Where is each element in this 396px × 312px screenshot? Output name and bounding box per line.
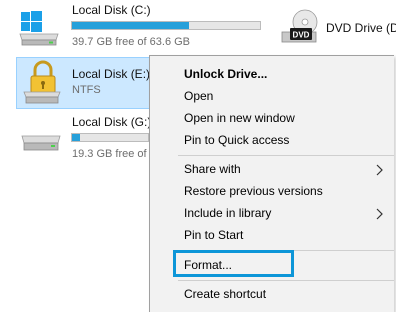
menu-item-pin-to-start[interactable]: Pin to Start bbox=[184, 228, 243, 242]
menu-item-include-in-library[interactable]: Include in library bbox=[184, 206, 271, 220]
drive-e-filesystem: NTFS bbox=[72, 84, 101, 96]
drive-c-usage-fill bbox=[72, 22, 189, 29]
menu-item-share-with[interactable]: Share with bbox=[184, 162, 241, 176]
drive-c-usage-bar bbox=[71, 21, 261, 30]
drive-dvd-name: DVD Drive (D bbox=[326, 21, 396, 35]
menu-item-pin-quick-access[interactable]: Pin to Quick access bbox=[184, 133, 289, 147]
menu-item-create-shortcut[interactable]: Create shortcut bbox=[184, 287, 266, 301]
drive-c-name: Local Disk (C:) bbox=[72, 3, 151, 17]
chevron-right-icon bbox=[376, 208, 383, 220]
locked-drive-icon bbox=[23, 60, 61, 104]
drive-g-name: Local Disk (G:) bbox=[72, 115, 152, 129]
drive-g-usage-fill bbox=[72, 134, 80, 141]
menu-item-unlock-drive[interactable]: Unlock Drive... bbox=[184, 67, 267, 81]
drive-e-name: Local Disk (E:) bbox=[72, 67, 151, 81]
format-highlight-box bbox=[173, 250, 294, 277]
drive-c-free-space: 39.7 GB free of 63.6 GB bbox=[72, 36, 191, 48]
menu-item-open[interactable]: Open bbox=[184, 89, 213, 103]
menu-separator bbox=[178, 280, 394, 281]
drive-g-usage-bar bbox=[71, 133, 149, 142]
chevron-right-icon bbox=[376, 164, 383, 176]
dvd-drive-icon: DVD bbox=[281, 9, 318, 43]
menu-separator bbox=[178, 155, 394, 156]
menu-item-restore-previous-versions[interactable]: Restore previous versions bbox=[184, 184, 323, 198]
windows-drive-icon bbox=[19, 11, 59, 46]
drive-icon bbox=[21, 135, 61, 151]
dvd-badge: DVD bbox=[293, 31, 310, 40]
menu-item-open-new-window[interactable]: Open in new window bbox=[184, 111, 295, 125]
